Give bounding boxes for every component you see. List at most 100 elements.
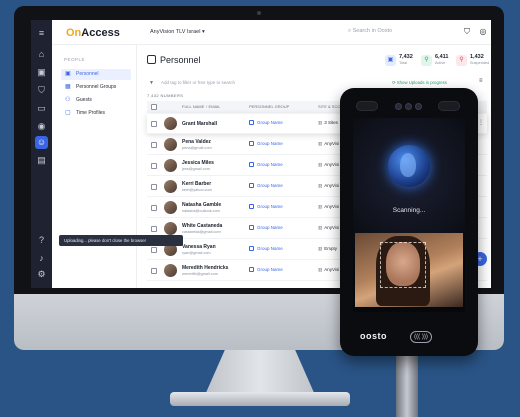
row-checkbox[interactable] — [151, 142, 157, 148]
row-name: Pena Valdez — [182, 139, 211, 145]
group-icon — [249, 141, 254, 146]
stat-value: 6,411 — [435, 54, 449, 60]
personnel-icon — [147, 55, 156, 64]
row-email: jess@gmail.com — [182, 167, 210, 171]
column-header-name[interactable]: FULL NAME ↑ EMAIL — [182, 101, 221, 113]
row-site: ▥ AnyVisi — [318, 204, 339, 210]
devices-icon[interactable]: ▭ — [35, 102, 48, 115]
row-email: meredith@gmail.com — [182, 272, 218, 276]
row-name: Grant Marshall — [182, 121, 218, 127]
building-icon: ▥ — [318, 204, 323, 209]
row-site-text: AnyVisi — [324, 267, 340, 272]
face-scan-icon — [388, 145, 430, 187]
sidebar-item-time-profiles[interactable]: ▢ Time Profiles — [61, 108, 131, 119]
row-checkbox[interactable] — [151, 163, 157, 169]
org-selector[interactable]: AnyVision TLV Israel ▾ — [150, 29, 205, 35]
row-group-link[interactable]: Group Name — [249, 141, 283, 146]
sidebar-item-label: Time Profiles — [76, 110, 105, 116]
menu-icon[interactable]: ≡ — [35, 27, 48, 40]
shield-icon[interactable]: ⛉ — [462, 27, 472, 37]
row-name: White Castaneda — [182, 223, 223, 229]
row-site: ▥ AnyVisi — [318, 225, 339, 231]
search-input[interactable]: ⌕ Search in Oosto — [348, 28, 392, 35]
building-icon: ▥ — [318, 141, 323, 146]
app-logo[interactable]: OnAccess — [66, 27, 120, 39]
row-group-link[interactable]: Group Name — [249, 246, 283, 251]
stat-label: Suspended — [470, 61, 490, 65]
dashboard-icon[interactable]: ▣ — [35, 66, 48, 79]
group-icon — [249, 162, 254, 167]
avatar — [164, 117, 177, 130]
stat-label: Total — [399, 61, 408, 65]
row-group-link[interactable]: Group Name — [249, 120, 283, 125]
row-name: Meredith Hendricks — [182, 265, 229, 271]
row-group-link[interactable]: Group Name — [249, 267, 283, 272]
row-site: ▥ AnyVisi — [318, 267, 339, 273]
building-icon: ▥ — [318, 267, 323, 272]
sidebar-item-guests[interactable]: ⚇ Guests — [61, 95, 131, 106]
row-site-text: Empty — [324, 246, 338, 251]
building-icon: ▥ — [318, 246, 323, 251]
nfc-reader-icon: ((( ))) — [410, 331, 432, 343]
settings-icon[interactable]: ⚙ — [35, 268, 48, 281]
more-options-icon[interactable]: ⋮ — [478, 119, 484, 126]
row-group: Group Name — [257, 204, 283, 209]
column-header-group[interactable]: PERSONNEL GROUP — [249, 101, 289, 113]
avatar — [164, 201, 177, 214]
people-icon[interactable]: ☺ — [35, 136, 48, 149]
location-icon[interactable]: ◉ — [35, 120, 48, 133]
active-icon: ⚲ — [421, 55, 432, 66]
row-checkbox[interactable] — [151, 226, 157, 232]
people-sidenav: PEOPLE ▣ Personnel ▦ Personnel Groups ⚇ Gue… — [52, 45, 137, 288]
row-checkbox[interactable] — [151, 247, 157, 253]
shield-icon[interactable]: ⛉ — [35, 84, 48, 97]
row-name: Natasha Gamble — [182, 202, 222, 208]
scanner-pole — [396, 354, 418, 417]
sidenav-section-title: PEOPLE — [64, 57, 86, 62]
select-all-checkbox[interactable] — [151, 104, 157, 110]
face-detection-box — [380, 242, 426, 288]
stat-value: 7,432 — [399, 54, 413, 60]
row-group: Group Name — [257, 246, 283, 251]
group-icon — [249, 204, 254, 209]
row-email: pena@gmail.com — [182, 146, 212, 150]
help-icon[interactable]: ? — [35, 234, 48, 247]
monitor-base — [170, 392, 350, 406]
building-icon: ▥ — [318, 183, 323, 188]
row-site: ▥ AnyVisi — [318, 141, 339, 147]
row-group: Group Name — [257, 267, 283, 272]
total-icon: ▣ — [385, 55, 396, 66]
row-group: Group Name — [257, 225, 283, 230]
row-group-link[interactable]: Group Name — [249, 225, 283, 230]
row-group-link[interactable]: Group Name — [249, 204, 283, 209]
calendar-icon: ▢ — [65, 110, 71, 116]
row-checkbox[interactable] — [151, 268, 157, 274]
row-site-text: AnyVisi — [324, 225, 340, 230]
sidebar-item-personnel-groups[interactable]: ▦ Personnel Groups — [61, 82, 131, 93]
ir-sensor-icon — [438, 101, 460, 111]
filter-icon: ▼ — [149, 80, 154, 86]
webcam-icon — [257, 11, 261, 15]
row-group-link[interactable]: Group Name — [249, 183, 283, 188]
monitor-stand — [205, 350, 315, 395]
document-icon[interactable]: ▤ — [35, 154, 48, 167]
row-checkbox[interactable] — [151, 184, 157, 190]
row-group-link[interactable]: Group Name — [249, 162, 283, 167]
sidebar-item-personnel[interactable]: ▣ Personnel — [61, 69, 131, 80]
home-icon[interactable]: ⌂ — [35, 48, 48, 61]
row-group: Group Name — [257, 162, 283, 167]
row-name: Jessica Miles — [182, 160, 214, 166]
list-view-icon[interactable]: ≡ — [479, 78, 483, 84]
building-icon: ▥ — [318, 120, 323, 125]
row-checkbox[interactable] — [151, 121, 157, 127]
camera-lens-icon — [395, 103, 402, 110]
row-site: ▥ AnyVisi — [318, 162, 339, 168]
notification-icon[interactable]: ♪ — [35, 252, 48, 265]
row-site: ▥ AnyVisi — [318, 183, 339, 189]
filter-input[interactable]: Add tag to filter or free type to search — [161, 77, 235, 89]
row-checkbox[interactable] — [151, 205, 157, 211]
avatar — [164, 264, 177, 277]
filter-bar[interactable]: ▼ Add tag to filter or free type to sear… — [147, 77, 377, 89]
page-title-text: Personnel — [160, 55, 201, 65]
user-circle-icon[interactable]: ◎ — [478, 27, 488, 37]
